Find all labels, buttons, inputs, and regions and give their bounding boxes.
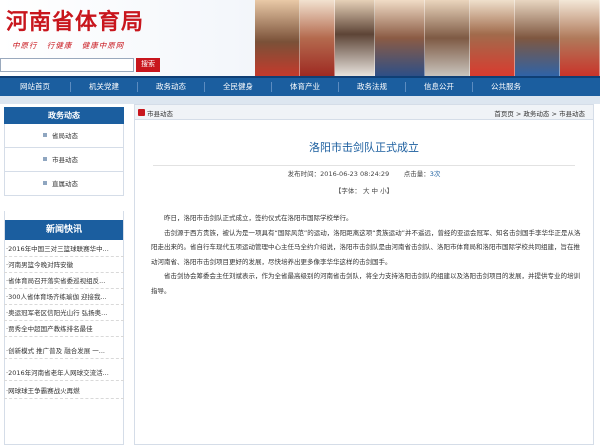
breadcrumb[interactable]: 首页页 > 政务动态 > 市县动态 (494, 108, 585, 118)
slogan-1: 中原行 (12, 41, 38, 50)
banner-photo (255, 0, 300, 76)
nav-item-industry[interactable]: 体育产业 (272, 78, 338, 96)
banner-photo (515, 0, 560, 76)
title-divider (153, 165, 575, 166)
sidebar-section-title: 政务动态 (4, 107, 124, 124)
sidebar-item-city-news[interactable]: 市县动态 (4, 148, 124, 172)
news-list-item[interactable]: ·创新模式 推广普及 融合发展 一... (4, 344, 124, 359)
publish-time: 2016-06-23 08:24:29 (320, 170, 390, 178)
news-list-item[interactable]: ·2016年中国三对三篮球联赛华中... (4, 242, 124, 257)
news-list-item[interactable]: ·300人省体育场齐练瑜伽 迎接我... (4, 290, 124, 305)
nav-item-regulations[interactable]: 政务法规 (339, 78, 405, 96)
sidebar-item-direct-news[interactable]: 直属动态 (4, 172, 124, 196)
site-slogan: 中原行 行健康 健康中原网 (12, 40, 124, 51)
nav-item-info-public[interactable]: 信息公开 (406, 78, 472, 96)
nav-item-gov-news[interactable]: 政务动态 (138, 78, 204, 96)
main-nav: 网站首页 机关党建 政务动态 全民健身 体育产业 政务法规 信息公开 公共服务 (0, 76, 600, 96)
publish-label: 发布时间： (287, 170, 321, 178)
square-bullet-icon (43, 181, 47, 185)
banner-photo (375, 0, 425, 76)
search-input[interactable] (0, 58, 134, 72)
news-list-item[interactable]: ·贾秀全中超国产教练排名最佳 (4, 322, 124, 337)
news-list-item[interactable]: ·2016年河南省老年人网球交流活... (4, 366, 124, 381)
site-logo-title[interactable]: 河南省体育局 (6, 4, 144, 36)
slogan-2: 行健康 (46, 41, 73, 50)
banner-photo (335, 0, 375, 76)
sidebar-item-label: 直属动态 (52, 180, 78, 188)
square-bullet-icon (43, 157, 47, 161)
sidebar-item-label: 市县动态 (52, 156, 78, 164)
square-bullet-icon (43, 133, 47, 137)
site-header: 河南省体育局 中原行 行健康 健康中原网 搜索 (0, 0, 600, 76)
view-count: 3次 (429, 170, 441, 178)
athlete-banner-image (255, 0, 600, 76)
article-paragraph: 昨日，洛阳市击剑队正式成立，签约仪式在洛阳市国际学校举行。 (164, 214, 353, 222)
article-body: 昨日，洛阳市击剑队正式成立，签约仪式在洛阳市国际学校举行。 击剑源于西方贵族，被… (151, 211, 581, 298)
slogan-3: 健康中原网 (81, 41, 125, 50)
nav-item-party[interactable]: 机关党建 (71, 78, 137, 96)
article-paragraph: 击剑源于西方贵族，被认为是一项具有“国际风范”的运动，洛阳距离这项“贵族运动”并… (151, 228, 581, 266)
breadcrumb-bar: 市县动态 首页页 > 政务动态 > 市县动态 (135, 105, 593, 120)
views-label: 点击量： (403, 170, 430, 178)
news-list-item[interactable]: ·省体育局召开落实省委巡视组反... (4, 274, 124, 289)
nav-item-fitness[interactable]: 全民健身 (205, 78, 271, 96)
banner-photo (425, 0, 470, 76)
sidebar-item-label: 省局动态 (52, 132, 78, 140)
article-title: 洛阳市击剑队正式成立 (309, 141, 419, 154)
news-list-item[interactable]: ·网球球王争霸赛战火再燃 (4, 384, 124, 399)
sidebar-item-province-news[interactable]: 省局动态 (4, 124, 124, 148)
article-panel: 市县动态 首页页 > 政务动态 > 市县动态 洛阳市击剑队正式成立 发布时间：2… (134, 104, 594, 445)
breadcrumb-current-section: 市县动态 (147, 110, 173, 118)
search-button[interactable]: 搜索 (136, 58, 160, 72)
news-list-item[interactable]: ·河南男篮今晚对阵安徽 (4, 258, 124, 273)
home-icon (138, 109, 145, 116)
nav-item-home[interactable]: 网站首页 (0, 78, 70, 96)
font-size-switcher[interactable]: 【字体： 大 中 小】 (135, 185, 593, 195)
banner-photo (300, 0, 335, 76)
nav-item-public-service[interactable]: 公共服务 (473, 78, 539, 96)
news-list-item[interactable]: ·奥运冠军老区信阳光山行 弘扬奥... (4, 306, 124, 321)
nav-shadow-strip (0, 96, 600, 104)
banner-photo (560, 0, 600, 76)
article-meta: 发布时间：2016-06-23 08:24:29 点击量：3次 (135, 168, 593, 178)
article-paragraph: 省击剑协会筹委会主任刘斌表示，作为全省最高级别的河南省击剑队，将全力支持洛阳击剑… (151, 272, 580, 295)
banner-photo (470, 0, 515, 76)
